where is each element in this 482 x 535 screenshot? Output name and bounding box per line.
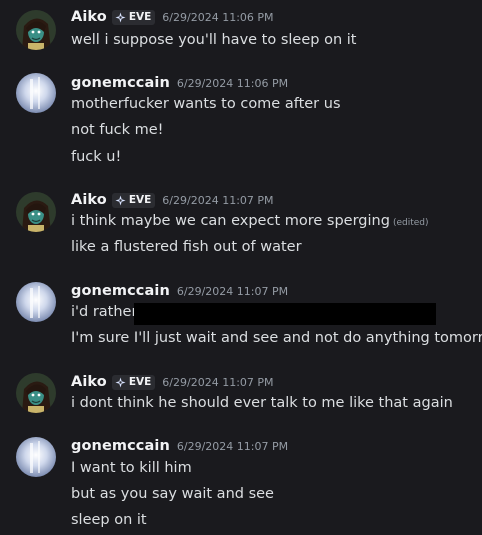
message-header: Aiko EVE 6/29/2024 11:06 PM: [71, 7, 274, 27]
server-tag[interactable]: EVE: [111, 9, 156, 25]
username[interactable]: Aiko: [71, 374, 107, 390]
message-text: motherfucker wants to come after us: [71, 96, 341, 112]
message-header: Aiko EVE 6/29/2024 11:07 PM: [71, 190, 274, 210]
message-text: but as you say wait and see: [71, 486, 274, 502]
message-text: i think maybe we can expect more spergin…: [71, 211, 429, 233]
gonemccain-avatar[interactable]: [16, 282, 56, 322]
username[interactable]: Aiko: [71, 9, 107, 25]
gonemccain-avatar[interactable]: [16, 73, 56, 113]
aiko-avatar[interactable]: [16, 10, 56, 50]
timestamp[interactable]: 6/29/2024 11:07 PM: [162, 376, 273, 389]
message-text: i dont think he should ever talk to me l…: [71, 395, 453, 411]
server-tag-label: EVE: [128, 194, 152, 206]
server-tag[interactable]: EVE: [111, 192, 156, 208]
aiko-avatar[interactable]: [16, 373, 56, 413]
username[interactable]: gonemccain: [71, 75, 170, 91]
message-text: I want to kill him: [71, 460, 192, 476]
timestamp[interactable]: 6/29/2024 11:07 PM: [177, 285, 288, 298]
message-text: I'm sure I'll just wait and see and not …: [71, 330, 482, 346]
message-header: gonemccain 6/29/2024 11:07 PM: [71, 281, 288, 301]
timestamp[interactable]: 6/29/2024 11:06 PM: [177, 77, 288, 90]
timestamp[interactable]: 6/29/2024 11:07 PM: [162, 194, 273, 207]
sparkle-diamond-icon: [115, 376, 126, 388]
message-text: i'd rather: [71, 304, 138, 320]
gonemccain-avatar[interactable]: [16, 437, 56, 477]
username[interactable]: Aiko: [71, 192, 107, 208]
timestamp[interactable]: 6/29/2024 11:06 PM: [162, 11, 273, 24]
timestamp[interactable]: 6/29/2024 11:07 PM: [177, 440, 288, 453]
message-header: gonemccain 6/29/2024 11:06 PM: [71, 73, 288, 93]
sparkle-diamond-icon: [115, 11, 126, 23]
message-header: gonemccain 6/29/2024 11:07 PM: [71, 436, 288, 456]
message-text: sleep on it: [71, 512, 147, 528]
message-text: fuck u!: [71, 149, 122, 165]
edited-label: (edited): [392, 218, 429, 228]
username[interactable]: gonemccain: [71, 438, 170, 454]
redaction-bar: [134, 303, 436, 325]
server-tag-label: EVE: [128, 376, 152, 388]
aiko-avatar[interactable]: [16, 192, 56, 232]
server-tag[interactable]: EVE: [111, 374, 156, 390]
sparkle-diamond-icon: [115, 194, 126, 206]
server-tag-label: EVE: [128, 11, 152, 23]
message-text: well i suppose you'll have to sleep on i…: [71, 32, 357, 48]
message-text: like a flustered fish out of water: [71, 239, 302, 255]
message-header: Aiko EVE 6/29/2024 11:07 PM: [71, 372, 274, 392]
message-text-content: i think maybe we can expect more spergin…: [71, 213, 390, 229]
username[interactable]: gonemccain: [71, 283, 170, 299]
message-text: not fuck me!: [71, 122, 164, 138]
